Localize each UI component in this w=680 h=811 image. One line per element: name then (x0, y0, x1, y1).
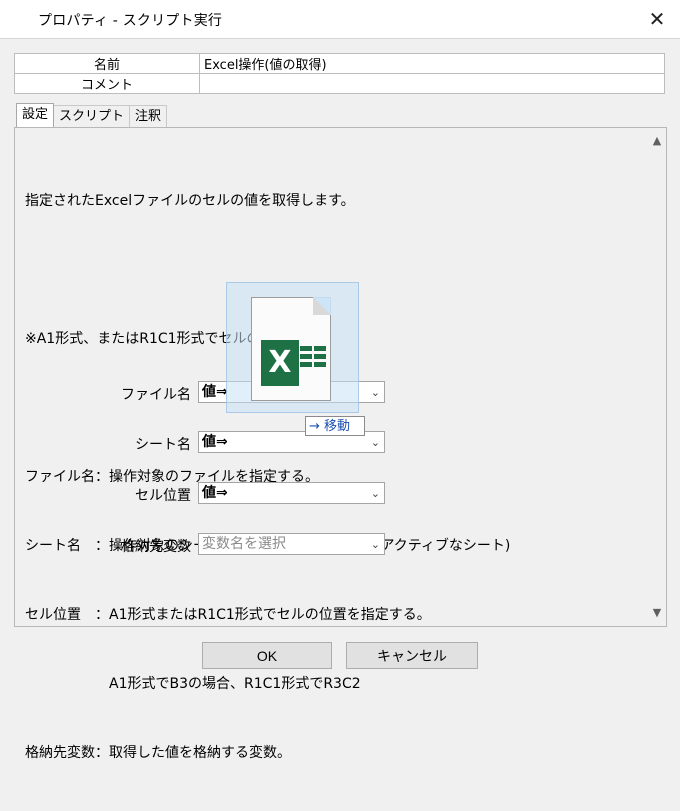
tab-notes[interactable]: 注釈 (129, 105, 168, 127)
combo-value: 値⇒ (202, 485, 228, 501)
chevron-down-icon[interactable]: ⌄ (371, 433, 380, 453)
combo-placeholder: 変数名を選択 (202, 536, 286, 552)
chevron-down-icon[interactable]: ⌄ (371, 535, 380, 555)
output-variable-label: 格納先変数 (121, 539, 191, 555)
cell-position-label: セル位置 (135, 488, 191, 504)
file-name-label: ファイル名 (121, 387, 191, 403)
description-text: 指定されたExcelファイルのセルの値を取得します。 ※A1形式、またはR1C1… (25, 144, 510, 811)
cell-position-combo[interactable]: 値⇒ ⌄ (198, 482, 385, 504)
description-line: セル位置 ：A1形式またはR1C1形式でセルの位置を指定する。 (25, 607, 431, 623)
property-key: 名前 (14, 53, 200, 74)
properties-table: 名前 Excel操作(値の取得) コメント (14, 53, 665, 94)
description-line: 指定されたExcelファイルのセルの値を取得します。 (25, 193, 355, 209)
scroll-up-icon[interactable]: ▲ (648, 132, 666, 150)
move-tooltip: → 移動 (305, 416, 365, 436)
tab-strip: 設定 スクリプト 注釈 (16, 103, 168, 127)
vertical-scrollbar[interactable]: ▲ ▼ (648, 128, 666, 626)
tab-script[interactable]: スクリプト (53, 105, 131, 127)
spreadsheet-grid-icon (300, 343, 328, 379)
excel-file-icon: X (251, 297, 331, 401)
chevron-down-icon[interactable]: ⌄ (371, 383, 380, 403)
close-icon[interactable]: ✕ (644, 6, 670, 32)
cancel-button[interactable]: キャンセル (346, 642, 478, 669)
ok-button[interactable]: OK (202, 642, 332, 669)
property-key: コメント (14, 73, 200, 94)
combo-value: 値⇒ (202, 434, 228, 450)
title-bar: プロパティ - スクリプト実行 ✕ (0, 0, 680, 39)
tab-settings[interactable]: 設定 (16, 103, 55, 127)
combo-value: 値⇒ (202, 384, 228, 400)
excel-badge-icon: X (261, 340, 299, 386)
name-field[interactable]: Excel操作(値の取得) (199, 53, 665, 74)
window-title: プロパティ - スクリプト実行 (38, 13, 223, 29)
comment-field[interactable] (199, 73, 665, 94)
output-variable-combo[interactable]: 変数名を選択 ⌄ (198, 533, 385, 555)
drag-ghost: X (226, 282, 359, 413)
scroll-down-icon[interactable]: ▼ (648, 604, 666, 622)
page-fold (313, 297, 331, 315)
table-row: コメント (14, 73, 665, 94)
description-line (25, 259, 510, 282)
chevron-down-icon[interactable]: ⌄ (371, 484, 380, 504)
sheet-name-label: シート名 (135, 437, 191, 453)
description-line: 格納先変数：取得した値を格納する変数。 (25, 745, 291, 761)
table-row: 名前 Excel操作(値の取得) (14, 53, 665, 74)
